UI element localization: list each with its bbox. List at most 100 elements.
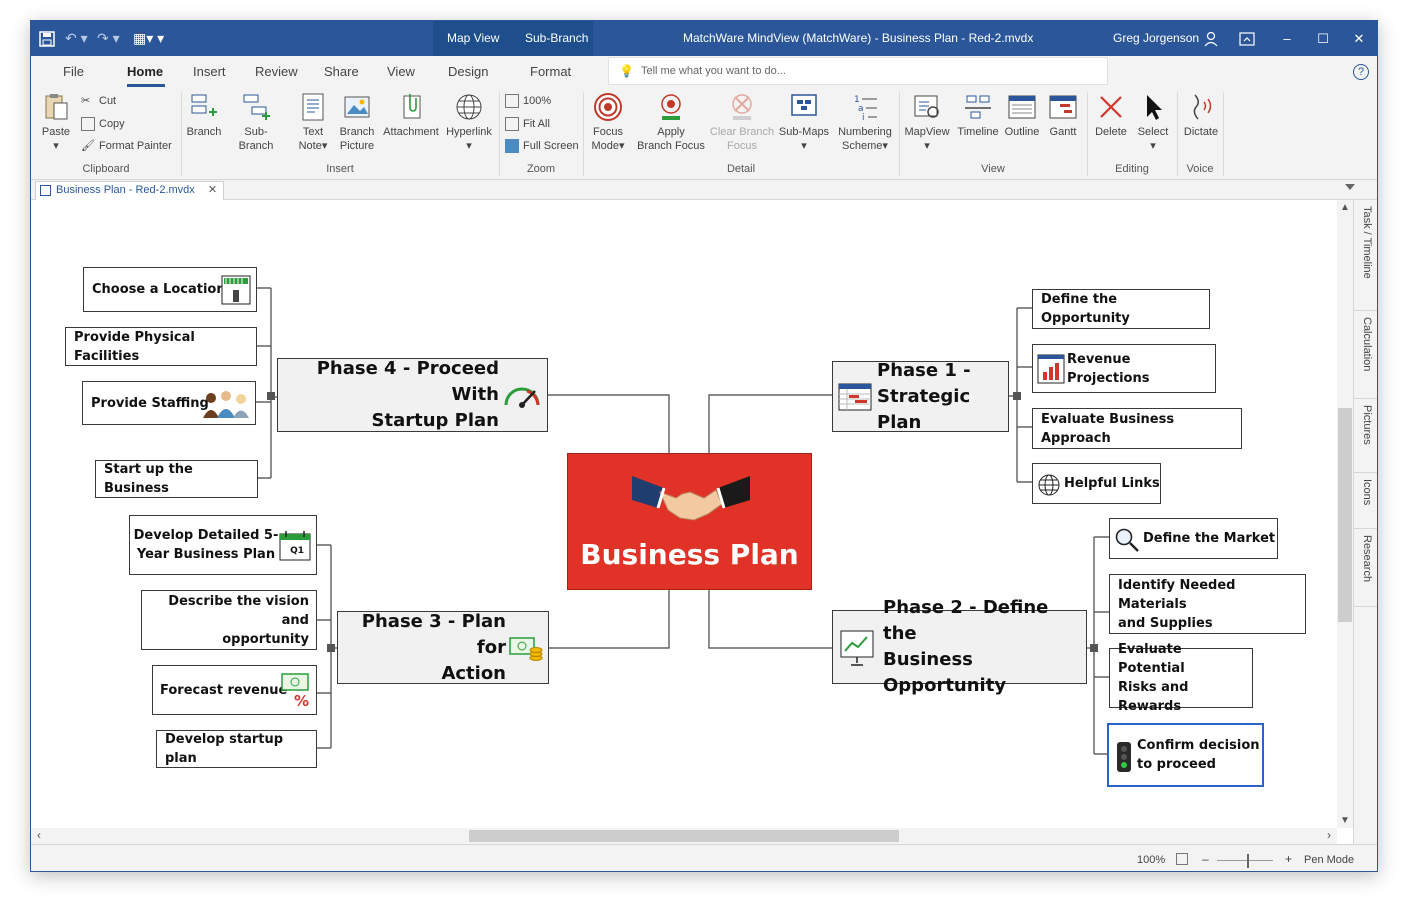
context-tab-map-view[interactable]: Map View [433,21,513,56]
close-button[interactable]: ✕ [1341,21,1377,56]
save-icon[interactable] [39,21,55,56]
full-screen-button[interactable]: Full Screen [505,139,579,153]
node-provide-physical-facilities[interactable]: Provide Physical Facilities [65,327,257,366]
zoom-percentage[interactable]: 100% [1137,854,1165,866]
node-revenue-projections[interactable]: Revenue Projections [1032,344,1216,393]
gantt-button[interactable]: Gantt [1043,92,1083,139]
side-tab-icons[interactable]: Icons [1354,473,1377,529]
sub-maps-button[interactable]: Sub-Maps ▾ [777,92,831,153]
tab-home[interactable]: Home [127,64,163,79]
attachment-button[interactable]: Attachment [381,92,441,139]
side-tab-task-timeline[interactable]: Task / Timeline [1354,200,1377,311]
help-icon[interactable]: ? [1353,64,1369,80]
paste-dropdown-icon[interactable]: ▾ [53,140,59,152]
format-painter-button[interactable]: 🖌 Format Painter [81,139,172,153]
phase-1-topic[interactable]: Phase 1 - Strategic Plan [832,360,1009,433]
central-topic[interactable]: Business Plan [567,453,812,590]
zoom-fit-icon[interactable] [1176,853,1188,865]
scroll-right-arrow-icon[interactable]: › [1327,828,1331,842]
node-define-market[interactable]: Define the Market [1109,518,1278,559]
collapse-toggle[interactable] [327,644,335,652]
node-evaluate-business-approach[interactable]: Evaluate Business Approach [1032,408,1242,449]
clear-branch-focus-button[interactable]: Clear Branch Focus [707,92,777,153]
outline-button[interactable]: Outline [1003,92,1041,139]
document-tab[interactable]: Business Plan - Red-2.mvdx ✕ [35,181,225,200]
tab-share[interactable]: Share [324,64,359,79]
node-confirm-decision[interactable]: Confirm decision to proceed [1107,723,1264,787]
node-helpful-links[interactable]: Helpful Links [1032,463,1161,504]
horizontal-scroll-thumb[interactable] [469,830,899,842]
ribbon-display-icon[interactable] [1239,21,1255,56]
collapse-toggle[interactable] [1013,392,1021,400]
close-document-icon[interactable]: ✕ [208,184,217,196]
paintbrush-icon: 🖌 [81,140,95,152]
dictate-button[interactable]: Dictate [1179,92,1223,139]
hyperlink-button[interactable]: Hyperlink ▾ [443,92,495,153]
quick-access-customize-icon[interactable]: ▦▾ ▾ [133,21,164,56]
vertical-scroll-thumb[interactable] [1338,408,1352,622]
cut-button[interactable]: ✂ Cut [81,94,116,108]
focus-mode-button[interactable]: Focus Mode▾ [586,92,630,153]
minimize-button[interactable]: – [1269,21,1305,56]
select-button[interactable]: Select ▾ [1133,92,1173,153]
phase-3-topic[interactable]: Phase 3 - Plan for Action [337,611,549,684]
tell-me-search-input[interactable]: 💡 Tell me what you want to do... [608,57,1108,85]
node-define-opportunity[interactable]: Define the Opportunity [1032,289,1210,329]
timeline-button[interactable]: Timeline [953,92,1003,139]
undo-icon[interactable]: ↶ ▾ [65,21,88,56]
numbering-scheme-button[interactable]: 1ai Numbering Scheme▾ [833,92,897,153]
node-describe-vision[interactable]: Describe the vision and opportunity [141,590,317,650]
context-tab-sub-branch[interactable]: Sub-Branch [511,21,602,56]
node-start-up-business[interactable]: Start up the Business [95,460,258,498]
zoom-out-button[interactable]: – [1202,852,1209,866]
branch-picture-button[interactable]: Branch Picture [337,92,377,153]
scroll-left-arrow-icon[interactable]: ‹ [37,828,41,842]
sub-branch-button[interactable]: Sub-Branch [227,92,285,153]
zoom-in-button[interactable]: + [1285,852,1292,866]
redo-icon[interactable]: ↷ ▾ [97,21,120,56]
maximize-button[interactable]: ☐ [1305,21,1341,56]
pen-mode-toggle[interactable]: Pen Mode [1304,854,1354,866]
tab-file[interactable]: File [63,64,84,79]
branch-button[interactable]: Branch [185,92,223,139]
side-tab-calculation[interactable]: Calculation [1354,311,1377,399]
sub-maps-icon [791,94,817,116]
zoom-100-button[interactable]: 100% [505,94,551,108]
mind-map-canvas[interactable]: Business Plan Phase 4 - Proceed With Star… [31,200,1337,828]
phase-2-topic[interactable]: Phase 2 - Define the Business Opportunity [832,597,1087,696]
node-develop-5-year-plan[interactable]: Develop Detailed 5- Year Business Plan Q1 [129,515,317,575]
tab-review[interactable]: Review [255,64,298,79]
tab-design[interactable]: Design [448,64,488,79]
phase-4-topic[interactable]: Phase 4 - Proceed With Startup Plan [277,358,548,432]
scroll-up-arrow-icon[interactable]: ▲ [1340,202,1350,213]
node-identify-materials[interactable]: Identify Needed Materials and Supplies [1109,574,1306,634]
mapview-button[interactable]: MapView ▾ [901,92,953,153]
collapse-toggle[interactable] [1090,644,1098,652]
horizontal-scrollbar[interactable]: ‹ › [31,828,1337,844]
node-develop-startup-plan[interactable]: Develop startup plan [156,730,317,768]
money-coins-icon [509,637,543,661]
fit-all-button[interactable]: Fit All [505,117,550,131]
text-note-button[interactable]: Text Note▾ [295,92,331,153]
side-tab-pictures[interactable]: Pictures [1354,399,1377,473]
document-list-dropdown-icon[interactable] [1345,184,1355,190]
tab-insert[interactable]: Insert [193,64,226,79]
apply-branch-focus-button[interactable]: Apply Branch Focus [635,92,707,153]
copy-button[interactable]: Copy [81,117,125,131]
tab-format[interactable]: Format [530,64,571,79]
node-forecast-revenue[interactable]: Forecast revenue % [152,665,317,715]
side-tab-research[interactable]: Research [1354,529,1377,607]
node-evaluate-risks[interactable]: Evaluate Potential Risks and Rewards [1109,642,1253,714]
paste-button[interactable]: Paste ▾ [37,92,75,153]
delete-button[interactable]: Delete [1091,92,1131,139]
zoom-slider-track[interactable] [1217,860,1273,861]
user-name[interactable]: Greg Jorgenson [1113,21,1199,56]
vertical-scrollbar[interactable]: ▲ ▼ [1337,200,1353,828]
node-choose-location[interactable]: Choose a Location [83,267,257,312]
collapse-toggle[interactable] [267,392,275,400]
scroll-down-arrow-icon[interactable]: ▼ [1340,815,1350,826]
node-provide-staffing[interactable]: Provide Staffing [82,381,256,425]
user-icon[interactable] [1203,21,1219,56]
tab-view[interactable]: View [387,64,415,79]
zoom-slider-handle[interactable] [1247,854,1249,868]
